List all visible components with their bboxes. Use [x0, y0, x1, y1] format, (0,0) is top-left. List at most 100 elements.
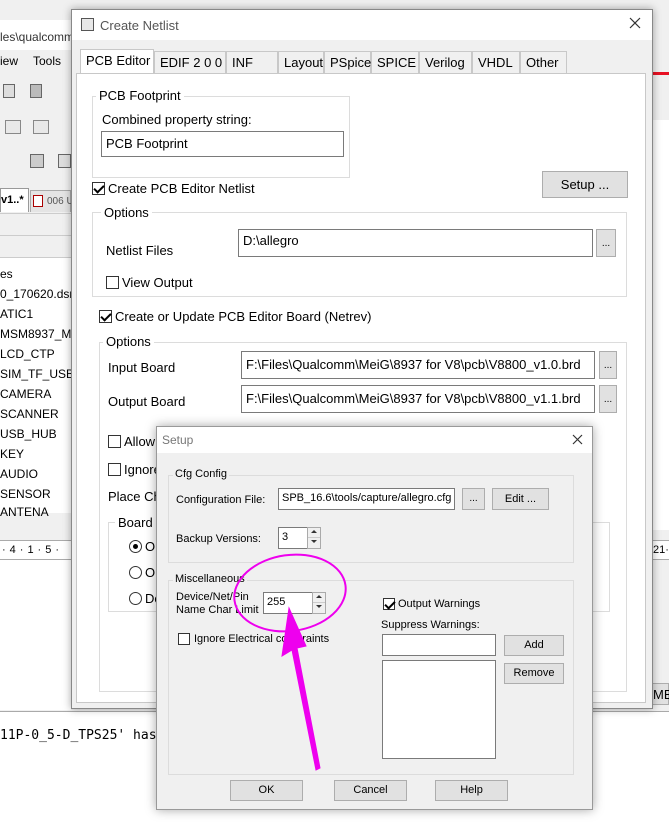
tab-edif[interactable]: EDIF 2 0 0: [154, 51, 226, 73]
tab-spice[interactable]: SPICE: [371, 51, 419, 73]
tree-item[interactable]: SENSOR: [0, 487, 51, 501]
tab-pspice[interactable]: PSpice: [324, 51, 371, 73]
tree-item[interactable]: KEY: [0, 447, 24, 461]
menu-view[interactable]: iew: [0, 54, 18, 68]
copy-icon[interactable]: [3, 84, 15, 98]
dialog-titlebar[interactable]: Create Netlist: [72, 10, 652, 40]
backup-versions-label: Backup Versions:: [176, 533, 261, 545]
combined-property-label: Combined property string:: [102, 112, 252, 127]
tree-item[interactable]: SCANNER: [0, 407, 59, 421]
menu-tools[interactable]: Tools: [33, 54, 61, 68]
dialog-title: Create Netlist: [100, 18, 179, 33]
setup-button[interactable]: Setup ...: [542, 171, 628, 198]
board-radio-3[interactable]: [129, 592, 142, 605]
doc-tab-1-label: v1..*: [1, 194, 24, 206]
board-radio-2[interactable]: [129, 566, 142, 579]
ruler-label: ·4·1·5·: [2, 544, 64, 556]
stepper-down-icon[interactable]: [308, 538, 320, 548]
doc-tab-1[interactable]: v1..*: [0, 188, 29, 212]
tree-item[interactable]: MSM8937_M: [0, 327, 71, 341]
log-line: 11P-0_5-D_TPS25' has: [0, 728, 157, 743]
tab-layout[interactable]: Layout: [278, 51, 324, 73]
tab-vhdl[interactable]: VHDL: [472, 51, 520, 73]
tree-item[interactable]: 0_170620.dsn: [0, 287, 76, 301]
tree-item[interactable]: USB_HUB: [0, 427, 57, 441]
ignore-checkbox[interactable]: [108, 463, 121, 476]
doc-tab-2[interactable]: 006 U: [30, 190, 74, 212]
tree-item[interactable]: es: [0, 267, 13, 281]
wire-icon[interactable]: [5, 120, 21, 134]
output-board-input[interactable]: F:\Files\Qualcomm\MeiG\8937 for V8\pcb\V…: [241, 385, 595, 413]
configuration-file-browse-button[interactable]: ...: [462, 488, 485, 510]
cancel-button[interactable]: Cancel: [334, 780, 407, 801]
stepper-up-icon[interactable]: [308, 528, 320, 538]
configuration-file-input[interactable]: SPB_16.6\tools/capture/allegro.cfg: [278, 488, 455, 510]
background-right-button[interactable]: ME: [652, 683, 669, 705]
setup-close-icon[interactable]: [571, 433, 584, 446]
output-warnings-label: Output Warnings: [398, 598, 481, 610]
char-limit-stepper[interactable]: [312, 592, 326, 614]
create-board-checkbox[interactable]: [99, 310, 112, 323]
ok-button[interactable]: OK: [230, 780, 303, 801]
net-icon[interactable]: [33, 120, 49, 134]
setup-title: Setup: [162, 433, 194, 447]
project-tree: es 0_170620.dsn ATIC1 MSM8937_M LCD_CTP SIM_T…: [0, 213, 76, 519]
tree-header: [0, 214, 71, 236]
suppress-warnings-input[interactable]: [382, 634, 496, 656]
setup-titlebar[interactable]: Setup: [157, 427, 592, 453]
stepper-down-icon[interactable]: [313, 603, 325, 613]
tree-item[interactable]: CAMERA: [0, 387, 51, 401]
netlist-files-input[interactable]: D:\allegro: [238, 229, 593, 257]
tree-item[interactable]: LCD_CTP: [0, 347, 55, 361]
tree-item[interactable]: ATIC1: [0, 307, 33, 321]
view-output-checkbox[interactable]: [106, 276, 119, 289]
backup-versions-input[interactable]: 3: [278, 527, 308, 549]
paste-icon[interactable]: [30, 84, 42, 98]
char-limit-label-1: Device/Net/Pin: [176, 591, 249, 603]
allow-checkbox[interactable]: [108, 435, 121, 448]
board-group-title: Board: [115, 515, 156, 530]
suppress-warnings-list[interactable]: [382, 660, 496, 759]
tab-inf[interactable]: INF: [226, 51, 278, 73]
output-board-browse-button[interactable]: ...: [599, 385, 617, 413]
char-limit-input[interactable]: 255: [263, 592, 313, 614]
app-icon: [81, 18, 94, 31]
input-board-browse-button[interactable]: ...: [599, 351, 617, 379]
remove-button[interactable]: Remove: [504, 663, 564, 684]
doc-tab-2-label: 006 U: [47, 196, 74, 207]
create-netlist-checkbox[interactable]: [92, 182, 105, 195]
input-board-input[interactable]: F:\Files\Qualcomm\MeiG\8937 for V8\pcb\V…: [241, 351, 595, 379]
edit-button[interactable]: Edit ...: [492, 488, 549, 510]
configuration-file-label: Configuration File:: [176, 494, 266, 506]
right-toolbar: [653, 76, 669, 116]
close-icon[interactable]: [628, 16, 642, 30]
tab-pcb-editor[interactable]: PCB Editor: [80, 49, 154, 74]
miscellaneous-group-title: Miscellaneous: [173, 573, 247, 585]
ignore-electrical-checkbox[interactable]: [178, 633, 190, 645]
add-button[interactable]: Add: [504, 635, 564, 656]
right-accent: [653, 72, 669, 75]
tree-item[interactable]: SIM_TF_USB: [0, 367, 74, 381]
backup-versions-stepper[interactable]: [307, 527, 321, 549]
help-button[interactable]: Help: [435, 780, 508, 801]
tree-item[interactable]: ANTENA: [0, 505, 49, 519]
stepper-up-icon[interactable]: [313, 593, 325, 603]
input-board-label: Input Board: [108, 360, 176, 375]
ruler: ·4·1·5·: [0, 540, 71, 560]
bus-icon[interactable]: [58, 154, 71, 168]
netlist-files-browse-button[interactable]: ...: [596, 229, 616, 257]
char-limit-label-2: Name Char Limit: [176, 604, 259, 616]
combined-property-input[interactable]: PCB Footprint: [101, 131, 344, 157]
tab-other[interactable]: Other: [520, 51, 567, 73]
suppress-warnings-label: Suppress Warnings:: [381, 619, 480, 631]
create-netlist-label: Create PCB Editor Netlist: [108, 181, 255, 196]
board-radio-1[interactable]: [129, 540, 142, 553]
part-icon[interactable]: [30, 154, 44, 168]
right-scroll: [653, 120, 669, 530]
tree-item[interactable]: AUDIO: [0, 467, 38, 481]
tab-verilog[interactable]: Verilog: [419, 51, 472, 73]
app-title-fragment: les\qualcomm: [0, 30, 75, 44]
options-group-1-title: Options: [101, 205, 152, 220]
allow-label: Allow: [124, 434, 156, 449]
output-warnings-checkbox[interactable]: [383, 598, 395, 610]
